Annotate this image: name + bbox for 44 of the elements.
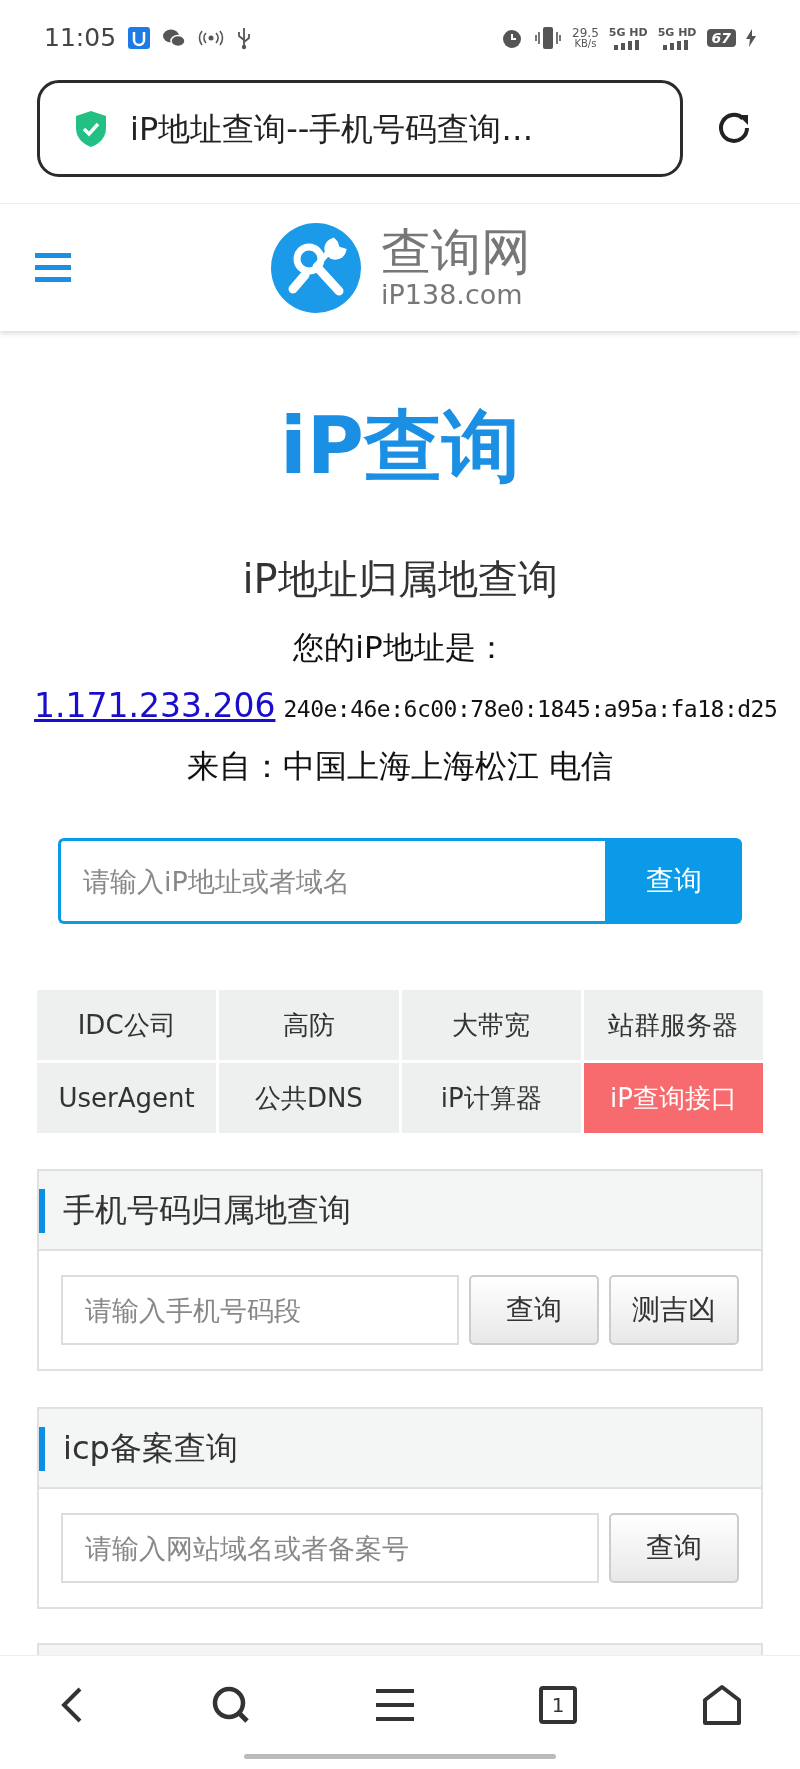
ip-label: 您的iP地址是： xyxy=(293,628,507,667)
ip-location: 来自：中国上海上海松江 电信 xyxy=(186,746,614,787)
logo-icon xyxy=(271,222,361,313)
quick-link[interactable]: IDC公司 xyxy=(37,990,217,1060)
card-title: icp备案查询 xyxy=(63,1428,238,1469)
query-button[interactable]: 测吉凶 xyxy=(609,1275,739,1345)
page-title: iP地址查询--手机号码查询… xyxy=(130,108,534,150)
tabs-button[interactable]: 1 xyxy=(539,1686,577,1724)
network-speed: 29.5 xyxy=(572,27,599,39)
quick-link[interactable]: 公共DNS xyxy=(219,1063,399,1133)
query-field[interactable]: 请输入手机号码段 xyxy=(61,1275,459,1345)
vibrate-icon xyxy=(534,26,563,50)
ip-search-field[interactable]: 请输入iP地址或者域名 xyxy=(58,838,605,924)
network-type: 5G HD xyxy=(608,26,648,38)
lookup-title: iP地址归属地查询 xyxy=(242,555,558,604)
shield-check-icon xyxy=(74,109,108,148)
card-title: 手机号码归属地查询 xyxy=(63,1190,351,1231)
search-icon[interactable] xyxy=(211,1685,251,1725)
reload-icon[interactable] xyxy=(716,110,752,146)
ipv4-link[interactable]: 1.171.233.206 xyxy=(34,685,276,727)
hero-logo: iP查询 xyxy=(280,401,520,491)
quick-link[interactable]: 大带宽 xyxy=(401,990,581,1060)
query-button[interactable]: 查询 xyxy=(609,1513,739,1583)
network-type: 5G HD xyxy=(657,26,697,38)
hotspot-icon xyxy=(198,30,225,46)
query-button[interactable]: 查询 xyxy=(469,1275,599,1345)
ipv6-address: 240e:46e:6c00:78e0:1845:a95a:fa18:d25 xyxy=(283,695,778,724)
quick-link[interactable]: 站群服务器 xyxy=(583,990,763,1060)
status-time: 11:05 xyxy=(44,22,117,55)
app-notification-icon xyxy=(128,27,151,49)
logo-domain: iP138.com xyxy=(381,281,524,308)
quick-link[interactable]: 高防 xyxy=(219,990,399,1060)
quick-link[interactable]: UserAgent xyxy=(37,1063,217,1133)
menu-icon[interactable] xyxy=(376,1687,414,1723)
speed-unit: KB/s xyxy=(574,39,597,49)
query-field[interactable]: 请输入网站域名或者备案号 xyxy=(61,1513,599,1583)
charging-icon xyxy=(746,29,756,47)
battery-level: 67 xyxy=(706,29,736,47)
logo-name: 查询网 xyxy=(381,227,531,277)
quick-link[interactable]: iP计算器 xyxy=(401,1063,581,1133)
usb-icon xyxy=(236,26,253,50)
home-icon[interactable] xyxy=(702,1684,742,1726)
chat-icon xyxy=(162,28,187,48)
address-bar[interactable]: iP地址查询--手机号码查询… xyxy=(37,80,683,177)
